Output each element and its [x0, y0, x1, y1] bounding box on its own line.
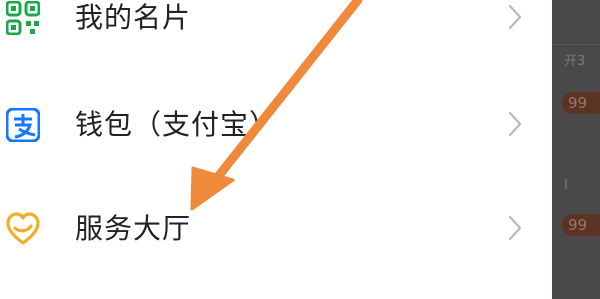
background-price-pill: 99 — [562, 92, 600, 114]
menu-item-label: 钱包（支付宝） — [75, 108, 279, 141]
qr-code-icon — [6, 1, 40, 35]
menu-item-wallet-alipay[interactable]: 钱包（支付宝） — [0, 95, 552, 155]
divider — [552, 44, 600, 45]
side-menu-panel: 我的名片 钱包（支付宝） 服务大厅 — [0, 0, 552, 299]
menu-item-my-card[interactable]: 我的名片 — [0, 0, 552, 48]
background-snippet: I — [564, 178, 568, 193]
service-heart-icon — [6, 212, 40, 246]
background-snippet: 开3 — [564, 54, 586, 69]
chevron-right-icon — [505, 213, 525, 243]
menu-item-label: 我的名片 — [75, 1, 192, 34]
chevron-right-icon — [505, 109, 525, 139]
background-price-pill: 99 — [562, 214, 600, 236]
menu-item-service-hall[interactable]: 服务大厅 — [0, 199, 552, 259]
alipay-icon — [6, 108, 40, 142]
chevron-right-icon — [505, 2, 525, 32]
dimmed-background-app[interactable]: 开3 99 I 99 — [552, 0, 600, 299]
menu-item-label: 服务大厅 — [75, 212, 192, 245]
